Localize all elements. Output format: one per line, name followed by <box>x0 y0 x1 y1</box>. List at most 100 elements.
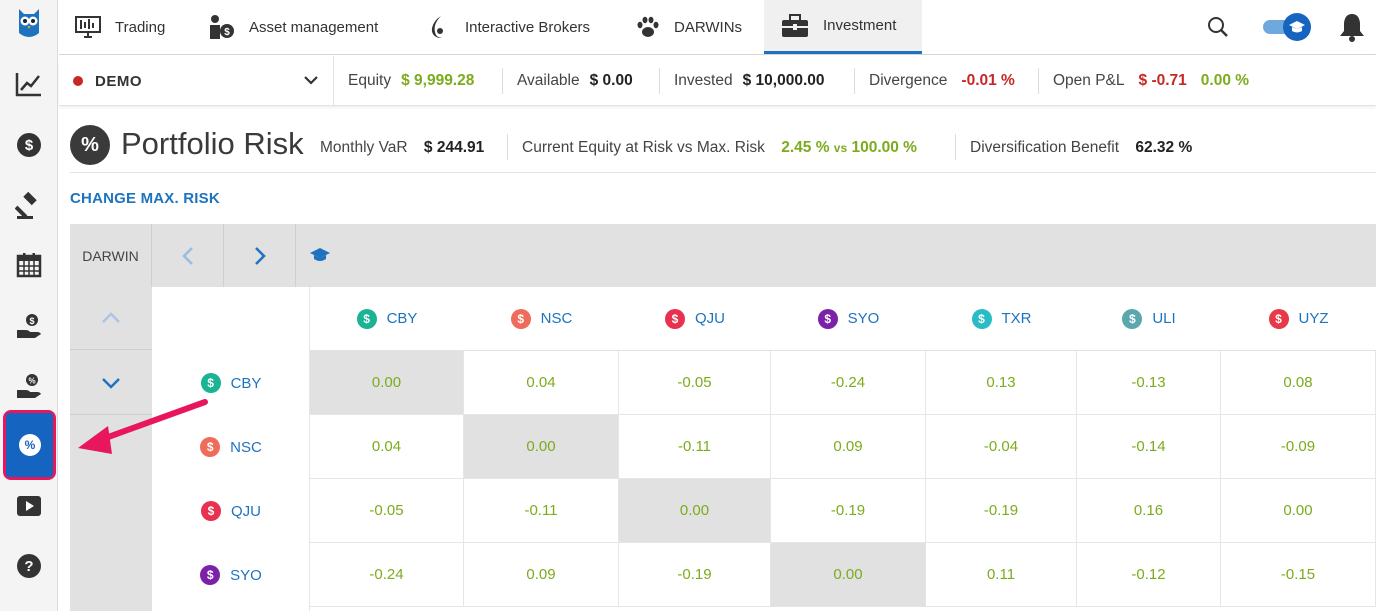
table-toolbar: DARWIN <box>70 224 1376 287</box>
dollar-badge-icon: $ <box>201 501 221 521</box>
matrix-cell: 0.00 <box>310 351 464 415</box>
hand-dollar-icon[interactable]: $ <box>0 306 58 346</box>
briefcase-icon <box>781 13 809 38</box>
annotation-arrow <box>78 399 208 454</box>
matrix-cell: -0.19 <box>771 479 926 543</box>
next-columns-button[interactable] <box>224 224 296 287</box>
calendar-icon[interactable] <box>0 245 58 285</box>
open-pl-percent: 0.00 % <box>1200 72 1250 89</box>
owl-logo-icon[interactable] <box>0 4 58 44</box>
dollar-badge-icon: $ <box>817 308 838 329</box>
hand-percent-icon[interactable]: % <box>0 366 58 406</box>
matrix-cell: -0.11 <box>464 479 619 543</box>
line-chart-icon[interactable] <box>0 64 58 104</box>
column-header-txr[interactable]: $ TXR <box>926 287 1077 351</box>
matrix-cell: 0.00 <box>771 543 926 607</box>
help-icon[interactable]: ? <box>0 546 58 586</box>
nav-trading[interactable]: Trading <box>75 0 165 54</box>
matrix-cell: -0.19 <box>619 543 771 607</box>
diversification-label: Diversification Benefit <box>970 139 1120 156</box>
nav-darwins[interactable]: DARWINs <box>636 0 742 54</box>
row-header-syo[interactable]: $ SYO <box>152 543 310 607</box>
prev-columns-button[interactable] <box>152 224 224 287</box>
nav-investment[interactable]: Investment <box>764 0 922 54</box>
dollar-badge-icon: $ <box>971 308 992 329</box>
column-header-uli[interactable]: $ ULI <box>1077 287 1221 351</box>
matrix-cell: 0.00 <box>619 479 771 543</box>
column-header-nsc[interactable]: $ NSC <box>464 287 619 351</box>
matrix-cell: 0.00 <box>464 415 619 479</box>
matrix-cell: 0.16 <box>1077 479 1221 543</box>
diversification-benefit: Diversification Benefit 62.32 % <box>970 139 1192 157</box>
matrix-cell: 0.04 <box>310 415 464 479</box>
ib-logo-icon <box>427 14 451 40</box>
matrix-cell: -0.15 <box>1221 543 1376 607</box>
equity-at-risk: Current Equity at Risk vs Max. Risk 2.45… <box>522 139 917 157</box>
account-selector[interactable]: DEMO <box>59 56 334 106</box>
equity-stat: Equity $ 9,999.28 <box>348 56 474 106</box>
open-pl-stat: Open P&L $ -0.71 0.00 % <box>1053 56 1249 106</box>
svg-text:$: $ <box>224 27 230 38</box>
percent-badge-icon: % <box>70 125 110 165</box>
investor-icon: $ <box>207 14 235 40</box>
column-header-uyz[interactable]: $ UYZ <box>1221 287 1376 351</box>
matrix-cell: -0.12 <box>1077 543 1221 607</box>
dollar-badge-icon: $ <box>1268 308 1289 329</box>
chevron-down-icon <box>102 377 120 389</box>
change-max-risk-link[interactable]: CHANGE MAX. RISK <box>70 190 220 207</box>
top-navigation: Trading $ Asset management Interactive B… <box>59 0 1376 55</box>
monthly-var: Monthly VaR $ 244.91 <box>320 139 484 157</box>
matrix-cell: -0.13 <box>1077 351 1221 415</box>
svg-text:%: % <box>28 377 35 386</box>
nav-investment-label: Investment <box>823 17 897 34</box>
paw-icon <box>636 15 660 39</box>
divergence-value: -0.01 % <box>961 72 1015 89</box>
column-header-qju[interactable]: $ QJU <box>619 287 771 351</box>
search-icon[interactable] <box>1207 0 1229 54</box>
percent-circle-icon: % <box>18 434 41 456</box>
matrix-cell: 0.09 <box>464 543 619 607</box>
dollar-badge-icon: $ <box>665 308 685 329</box>
chevron-left-icon <box>181 246 193 265</box>
matrix-cell: 0.00 <box>1221 479 1376 543</box>
academy-hat-icon[interactable] <box>296 224 344 287</box>
svg-text:%: % <box>24 438 35 452</box>
portfolio-risk-nav-button[interactable]: % <box>6 413 53 477</box>
matrix-cell: -0.05 <box>310 479 464 543</box>
matrix-cell: -0.14 <box>1077 415 1221 479</box>
bell-icon[interactable] <box>1339 0 1365 54</box>
svg-text:$: $ <box>29 316 34 326</box>
matrix-cell: -0.24 <box>310 543 464 607</box>
status-dot <box>73 76 83 86</box>
column-header-syo[interactable]: $ SYO <box>771 287 926 351</box>
matrix-cell: -0.04 <box>926 415 1077 479</box>
matrix-cell: 0.11 <box>926 543 1077 607</box>
nav-interactive-brokers[interactable]: Interactive Brokers <box>427 0 590 54</box>
open-pl-label: Open P&L <box>1053 72 1125 89</box>
video-play-icon[interactable] <box>0 486 58 526</box>
scroll-up-button[interactable] <box>70 287 152 350</box>
dollar-circle-icon[interactable]: $ <box>0 125 58 165</box>
chart-monitor-icon <box>75 16 101 38</box>
academy-toggle[interactable] <box>1259 0 1315 54</box>
equity-value: $ 9,999.28 <box>401 72 475 89</box>
gavel-icon[interactable] <box>0 186 58 226</box>
chevron-down-icon <box>303 73 319 90</box>
matrix-cell: 0.08 <box>1221 351 1376 415</box>
page-title: Portfolio Risk <box>121 126 304 161</box>
svg-text:$: $ <box>25 137 34 154</box>
column-header-cby[interactable]: $ CBY <box>310 287 464 351</box>
available-value: $ 0.00 <box>589 72 633 89</box>
row-header-qju[interactable]: $ QJU <box>152 479 310 543</box>
divergence-label: Divergence <box>869 72 948 89</box>
left-sidebar: $ $ % % ? <box>0 0 58 611</box>
dollar-badge-icon: $ <box>200 565 221 585</box>
nav-interactive-brokers-label: Interactive Brokers <box>465 18 591 36</box>
dollar-badge-icon: $ <box>1122 308 1143 329</box>
matrix-cell: 0.09 <box>771 415 926 479</box>
chevron-up-icon <box>102 312 120 323</box>
nav-asset-management[interactable]: $ Asset management <box>207 0 378 54</box>
matrix-cell: -0.19 <box>926 479 1077 543</box>
equity-at-risk-label: Current Equity at Risk vs Max. Risk <box>522 139 765 156</box>
account-mode: DEMO <box>95 72 142 90</box>
